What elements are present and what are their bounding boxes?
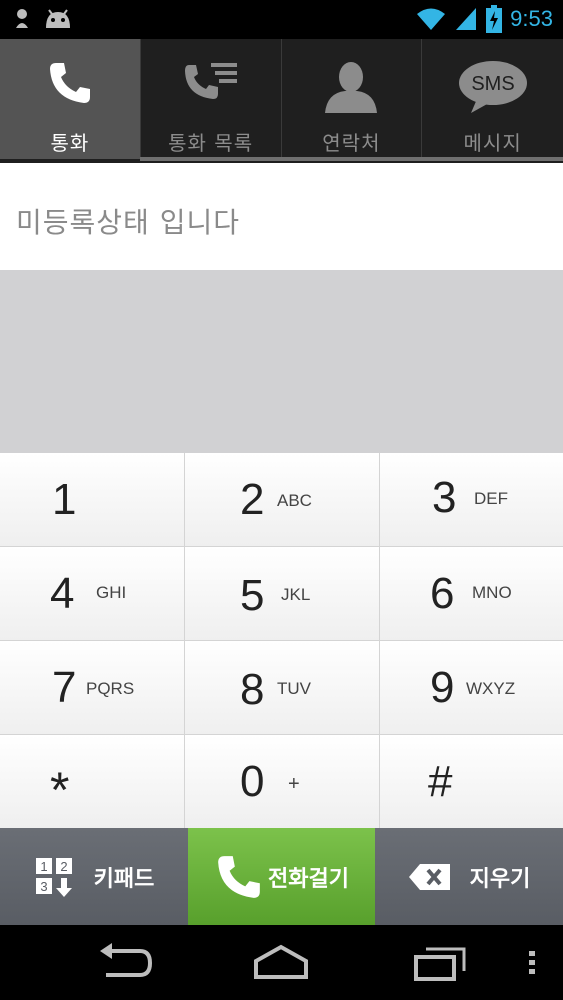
key-3[interactable]: 3 DEF	[380, 453, 563, 547]
svg-text:3: 3	[40, 879, 47, 894]
key-letters: MNO	[472, 583, 512, 602]
contact-person-icon	[325, 62, 378, 113]
dial-number-field[interactable]: 미등록상태 입니다	[0, 163, 563, 270]
key-7[interactable]: 7 PQRS	[0, 641, 185, 735]
keypad-grid-icon: 1 2 3	[35, 857, 72, 897]
key-8[interactable]: 8 TUV	[185, 641, 380, 735]
key-2[interactable]: 2 ABC	[185, 453, 380, 547]
key-letters: TUV	[277, 679, 311, 698]
key-digit: 9	[430, 663, 455, 712]
menu-dots-icon[interactable]	[526, 943, 538, 981]
key-letters: GHI	[96, 583, 127, 602]
keypad-toggle-button[interactable]: 1 2 3 키패드	[0, 828, 188, 925]
backspace-icon	[408, 863, 450, 890]
tab-label: 메시지	[463, 131, 522, 155]
registration-status: 미등록상태 입니다	[16, 206, 240, 239]
key-letters: WXYZ	[466, 679, 516, 698]
key-letters: JKL	[281, 585, 311, 604]
key-digit: #	[428, 757, 453, 806]
phone-icon	[218, 855, 260, 898]
key-letters: PQRS	[86, 679, 135, 698]
action-bar: 1 2 3 키패드 전화걸기 지우기	[0, 828, 563, 925]
key-6[interactable]: 6 MNO	[380, 547, 563, 641]
tab-label: 연락처	[322, 131, 381, 155]
call-label: 전화걸기	[268, 866, 349, 892]
key-digit: 8	[240, 665, 265, 714]
key-1[interactable]: 1	[0, 453, 185, 547]
sms-bubble-icon: SMS	[458, 61, 527, 113]
key-digit: 2	[240, 475, 265, 524]
key-letters: +	[288, 773, 300, 795]
key-digit: 6	[430, 569, 455, 618]
android-icon	[46, 9, 70, 28]
tab-label: 통화	[50, 131, 90, 155]
key-letters: DEF	[474, 489, 508, 508]
svg-text:2: 2	[60, 859, 67, 874]
clock: 9:53	[510, 6, 553, 31]
delete-label: 지우기	[469, 866, 531, 892]
key-hash[interactable]: #	[380, 735, 563, 828]
navigation-bar	[0, 925, 563, 1000]
call-button[interactable]: 전화걸기	[188, 828, 375, 925]
key-0[interactable]: 0 +	[185, 735, 380, 828]
notification-dot-icon	[16, 9, 28, 28]
tab-contacts[interactable]: 연락처	[282, 39, 423, 159]
svg-text:1: 1	[40, 859, 47, 874]
dial-keypad: 1 2 ABC 3 DEF 4 GHI 5 JKL 6 MNO 7 PQRS 8…	[0, 453, 563, 828]
key-digit: 1	[52, 475, 77, 524]
key-star[interactable]: *	[0, 735, 185, 828]
home-icon[interactable]	[252, 943, 310, 981]
phone-icon	[49, 63, 90, 103]
tab-call-log[interactable]: 통화 목록	[141, 39, 282, 159]
sms-icon-text: SMS	[471, 73, 514, 95]
key-letters: ABC	[277, 491, 312, 510]
key-digit: 5	[240, 571, 265, 620]
back-icon[interactable]	[96, 943, 154, 981]
tab-call[interactable]: 통화	[0, 39, 141, 159]
dialer-spacer	[0, 270, 563, 453]
keypad-label: 키패드	[93, 866, 155, 892]
key-digit: 0	[240, 757, 265, 806]
key-digit: 4	[50, 569, 75, 618]
tab-bar: 통화 통화 목록 연락처 SMS 메시지	[0, 39, 563, 163]
tab-label: 통화 목록	[168, 131, 254, 155]
battery-charging-icon	[486, 5, 503, 33]
recent-apps-icon[interactable]	[412, 943, 468, 981]
call-log-icon	[184, 63, 237, 99]
key-5[interactable]: 5 JKL	[185, 547, 380, 641]
tab-messages[interactable]: SMS 메시지	[422, 39, 563, 159]
signal-icon	[456, 8, 477, 30]
key-9[interactable]: 9 WXYZ	[380, 641, 563, 735]
status-bar: 9:53	[0, 0, 563, 39]
key-4[interactable]: 4 GHI	[0, 547, 185, 641]
wifi-icon	[417, 8, 446, 30]
key-digit: 7	[52, 663, 77, 712]
key-digit: *	[50, 762, 70, 818]
key-digit: 3	[432, 473, 457, 522]
delete-button[interactable]: 지우기	[375, 828, 563, 925]
tab-underline	[140, 157, 563, 161]
